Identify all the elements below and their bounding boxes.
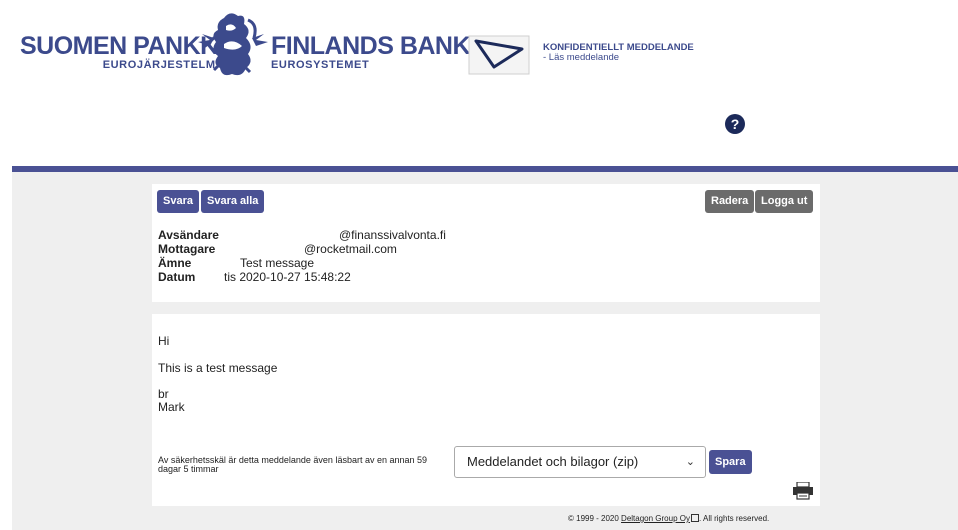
message-line: Mark [158,400,185,414]
help-icon[interactable]: ? [725,114,745,134]
subject-label: Ämne [158,256,192,270]
recipient-value: @rocketmail.com [304,242,397,256]
date-label: Datum [158,270,196,284]
recipient-label: Mottagare [158,242,216,256]
suomen-pankki-logo: SUOMEN PANKKI EUROJÄRJESTELMÄ [20,32,225,71]
logo-left-subtitle: EUROJÄRJESTELMÄ [102,59,225,71]
sender-label: Avsändare [158,228,219,242]
message-text: Hi This is a test message br Mark [158,334,278,414]
printer-icon[interactable] [792,482,814,500]
logo-right-title: FINLANDS BANK [271,32,471,60]
envelope-icon [468,35,530,75]
date-value: tis 2020-10-27 15:48:22 [224,270,351,284]
reply-all-button[interactable]: Svara alla [201,190,265,213]
message-body-panel: Hi This is a test message br Mark Av säk… [152,314,820,506]
message-line: br [158,387,169,401]
download-format-selected: Meddelandet och bilagor (zip) [467,454,639,469]
lion-crest-icon [198,13,268,76]
deltagon-link[interactable]: Deltagon Group Oy [621,514,690,523]
footer-prefix: © 1999 - 2020 [568,514,622,523]
logout-button[interactable]: Logga ut [755,190,814,213]
retention-notice: Av säkerhetsskäl är detta meddelande äve… [158,455,428,474]
download-format-select[interactable]: Meddelandet och bilagor (zip) ⌄ [454,446,706,478]
footer-suffix: . All rights reserved. [698,514,770,523]
save-button[interactable]: Spara [709,450,752,474]
footer: © 1999 - 2020 Deltagon Group Oy . All rig… [568,514,769,523]
sender-value: @finanssivalvonta.fi [339,228,446,242]
confidential-subtitle: - Läs meddelande [543,52,620,63]
confidential-label: KONFIDENTIELLT MEDDELANDE - Läs meddelan… [543,43,694,63]
external-link-icon [690,514,699,522]
subject-value: Test message [240,256,315,270]
message-line: This is a test message [158,361,278,375]
finlands-bank-logo: FINLANDS BANK EUROSYSTEMET [271,32,471,71]
logo-right-subtitle: EUROSYSTEMET [271,59,370,71]
message-line: Hi [158,334,170,348]
logo-left-title: SUOMEN PANKKI [20,32,225,60]
header: SUOMEN PANKKI EUROJÄRJESTELMÄ FINLANDS B… [0,0,958,166]
reply-button[interactable]: Svara [157,190,199,213]
chevron-down-icon: ⌄ [685,456,695,468]
message-header-panel: Svara Svara alla Radera Logga ut Avsända… [152,184,820,302]
delete-button[interactable]: Radera [705,190,755,213]
